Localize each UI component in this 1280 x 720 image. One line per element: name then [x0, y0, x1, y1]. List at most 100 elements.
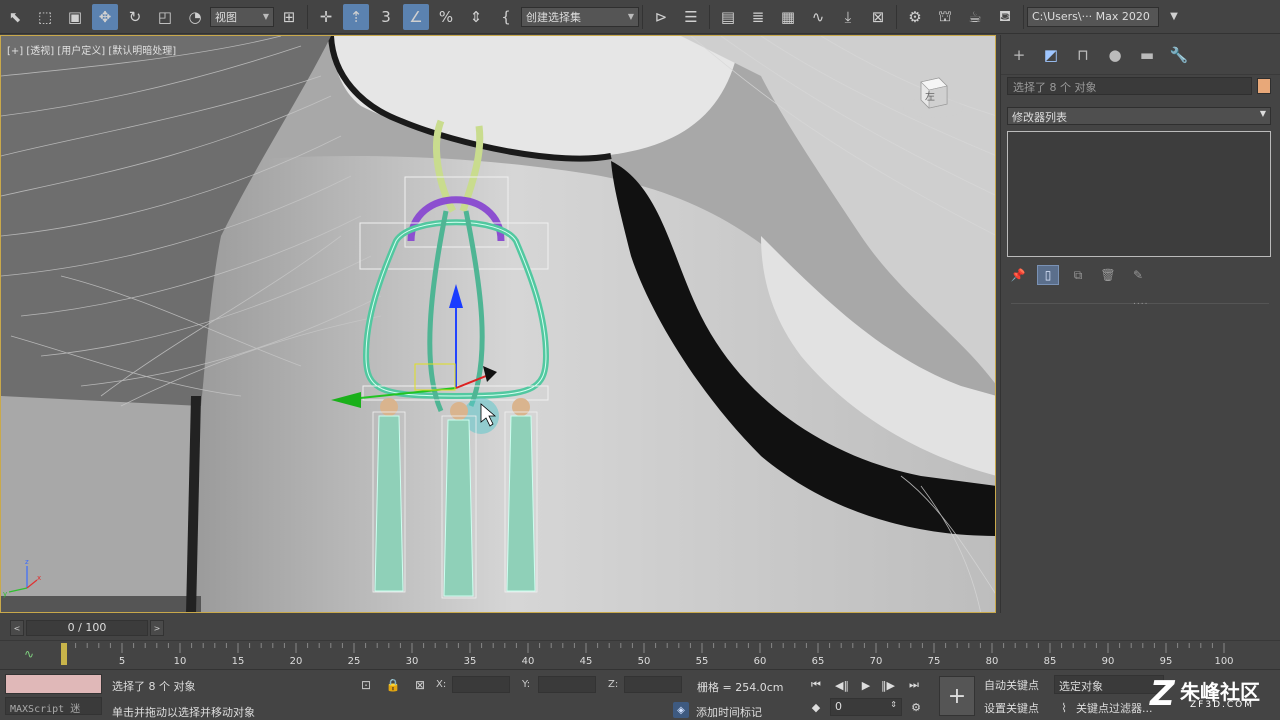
- z-label: Z:: [608, 679, 619, 690]
- keyboard-shortcut-override-icon[interactable]: ⇡: [343, 3, 369, 30]
- track-tick-label: 60: [754, 656, 767, 667]
- toggle-layer-explorer-icon[interactable]: ≣: [745, 4, 771, 30]
- next-frame-icon[interactable]: ‖▶: [878, 676, 898, 694]
- track-tick-label: 55: [696, 656, 709, 667]
- select-object-icon[interactable]: ⬉: [2, 4, 28, 30]
- time-slider-next-button[interactable]: >: [150, 620, 164, 636]
- selection-filter-dropdown[interactable]: 选定对象: [1054, 675, 1164, 694]
- project-path-dropdown[interactable]: C:\Users\··· Max 2020: [1027, 6, 1159, 27]
- remove-modifier-icon[interactable]: 🗑: [1097, 265, 1119, 285]
- rect-select-region-icon[interactable]: ⬚: [32, 4, 58, 30]
- schematic-view-icon[interactable]: ⤓: [835, 4, 861, 30]
- render-activeshade-icon[interactable]: ⛾: [992, 4, 1018, 30]
- rendered-frame-window-icon[interactable]: ⛫: [932, 4, 958, 30]
- align-icon[interactable]: ☰: [678, 4, 704, 30]
- go-to-start-icon[interactable]: ⏮: [806, 676, 826, 694]
- edit-named-selection-icon[interactable]: {: [493, 4, 519, 30]
- show-end-result-icon[interactable]: ▯: [1037, 265, 1059, 285]
- project-path-label: C:\Users\··· Max 2020: [1032, 10, 1150, 23]
- snaps-toggle-icon[interactable]: 3: [373, 4, 399, 30]
- key-filters-icon[interactable]: ⌇: [1056, 700, 1072, 716]
- add-time-tag[interactable]: 添加时间标记: [696, 704, 762, 720]
- named-selection-dropdown[interactable]: 创建选择集 ▼: [521, 6, 639, 27]
- stack-toolbar: 📌 ▯ ⧉ 🗑 ✎: [1007, 264, 1157, 286]
- set-key-button[interactable]: 设置关键点: [984, 700, 1039, 716]
- render-production-icon[interactable]: ☕: [962, 4, 988, 30]
- curve-editor-icon[interactable]: ∿: [805, 4, 831, 30]
- time-slider-prev-button[interactable]: <: [10, 620, 24, 636]
- rollout-handle[interactable]: ....: [1133, 297, 1148, 307]
- select-rotate-icon[interactable]: ↻: [122, 4, 148, 30]
- current-frame-marker[interactable]: [61, 643, 67, 665]
- mirror-icon[interactable]: ⊳: [648, 4, 674, 30]
- lock-selection-icon[interactable]: 🔒: [385, 677, 401, 693]
- use-pivot-icon[interactable]: ⊞: [276, 4, 302, 30]
- hierarchy-tab-icon[interactable]: ⊓: [1069, 41, 1097, 69]
- display-tab-icon[interactable]: ▬: [1133, 41, 1161, 69]
- time-configuration-icon[interactable]: ⚙: [906, 698, 926, 716]
- toggle-scene-explorer-icon[interactable]: ▤: [715, 4, 741, 30]
- viewport-label-menu[interactable]: [+] [透视] [用户定义] [默认明暗处理]: [7, 42, 176, 57]
- y-coordinate-field[interactable]: [538, 676, 596, 693]
- viewcube[interactable]: 左: [901, 72, 965, 124]
- track-tick-label: 65: [812, 656, 825, 667]
- maxscript-output[interactable]: MAXScript 迷: [5, 697, 102, 715]
- selection-name-field[interactable]: 选择了 8 个 对象: [1007, 77, 1252, 95]
- current-frame-field[interactable]: 0 ⇕: [830, 698, 902, 716]
- key-filters-button[interactable]: 关键点过滤器...: [1076, 700, 1153, 716]
- toolbar-divider: [896, 4, 897, 29]
- key-mode-toggle-icon[interactable]: ◆: [806, 698, 826, 716]
- track-tick-label: 70: [870, 656, 883, 667]
- select-scale-icon[interactable]: ◰: [152, 4, 178, 30]
- isolate-selection-icon[interactable]: ⊡: [358, 677, 374, 693]
- x-coordinate-field[interactable]: [452, 676, 510, 693]
- motion-tab-icon[interactable]: ●: [1101, 41, 1129, 69]
- svg-text:x: x: [37, 574, 41, 582]
- perspective-viewport[interactable]: z y x [+] [透视] [用户定义] [默认明暗处理] 左: [0, 35, 996, 613]
- watermark-url: ZF3D.COM: [1190, 700, 1254, 710]
- viewcube-face-label: 左: [925, 92, 935, 103]
- select-move-icon[interactable]: ✥: [92, 3, 118, 30]
- configure-modifier-sets-icon[interactable]: ✎: [1127, 265, 1149, 285]
- track-tick-label: 15: [232, 656, 245, 667]
- toolbar-divider: [1023, 4, 1024, 29]
- z-coordinate-field[interactable]: [624, 676, 682, 693]
- track-tick-label: 100: [1214, 656, 1233, 667]
- material-editor-icon[interactable]: ⊠: [865, 4, 891, 30]
- modify-tab-icon[interactable]: ◩: [1037, 41, 1065, 69]
- angle-snap-icon[interactable]: ∠: [403, 3, 429, 30]
- make-unique-icon[interactable]: ⧉: [1067, 265, 1089, 285]
- object-color-swatch[interactable]: [1257, 78, 1271, 94]
- previous-frame-icon[interactable]: ◀‖: [832, 676, 852, 694]
- percent-snap-icon[interactable]: %: [433, 4, 459, 30]
- reference-coordinate-dropdown[interactable]: 视图 ▼: [210, 6, 274, 27]
- time-tag-icon[interactable]: ◈: [673, 702, 689, 718]
- window-crossing-icon[interactable]: ▣: [62, 4, 88, 30]
- y-label: Y:: [522, 679, 531, 690]
- play-icon[interactable]: ▶: [856, 676, 876, 694]
- utilities-tab-icon[interactable]: 🔧: [1165, 41, 1193, 69]
- create-tab-icon[interactable]: +: [1005, 41, 1033, 69]
- select-manipulate-icon[interactable]: ✛: [313, 4, 339, 30]
- absolute-mode-icon[interactable]: ⊠: [412, 677, 428, 693]
- track-bar[interactable]: ∿ 5 10 15 20 25 30 35 40 45 50 55 60 65 70 75 80 85 90 95 1…: [0, 640, 1280, 668]
- track-tick-label: 25: [348, 656, 361, 667]
- maxscript-listener-input[interactable]: [5, 674, 102, 694]
- modifier-list-dropdown[interactable]: 修改器列表 ▼: [1007, 107, 1271, 125]
- select-place-icon[interactable]: ◔: [182, 4, 208, 30]
- set-keys-button[interactable]: +: [939, 676, 975, 716]
- grid-size: 栅格 = 254.0cm: [697, 681, 784, 694]
- go-to-end-icon[interactable]: ⏭: [904, 676, 924, 694]
- selection-name-row: 选择了 8 个 对象: [1007, 77, 1271, 95]
- track-tick-label: 85: [1044, 656, 1057, 667]
- chevron-down-icon[interactable]: ▼: [1161, 4, 1187, 30]
- render-setup-icon[interactable]: ⚙: [902, 4, 928, 30]
- svg-text:y: y: [3, 590, 7, 598]
- spinner-snap-icon[interactable]: ⇕: [463, 4, 489, 30]
- auto-key-button[interactable]: 自动关键点: [984, 677, 1039, 693]
- current-frame-value: 0: [835, 700, 842, 713]
- modifier-stack[interactable]: [1007, 131, 1271, 257]
- pin-stack-icon[interactable]: 📌: [1007, 265, 1029, 285]
- time-slider-thumb[interactable]: 0 / 100: [26, 620, 148, 636]
- toggle-ribbon-icon[interactable]: ▦: [775, 4, 801, 30]
